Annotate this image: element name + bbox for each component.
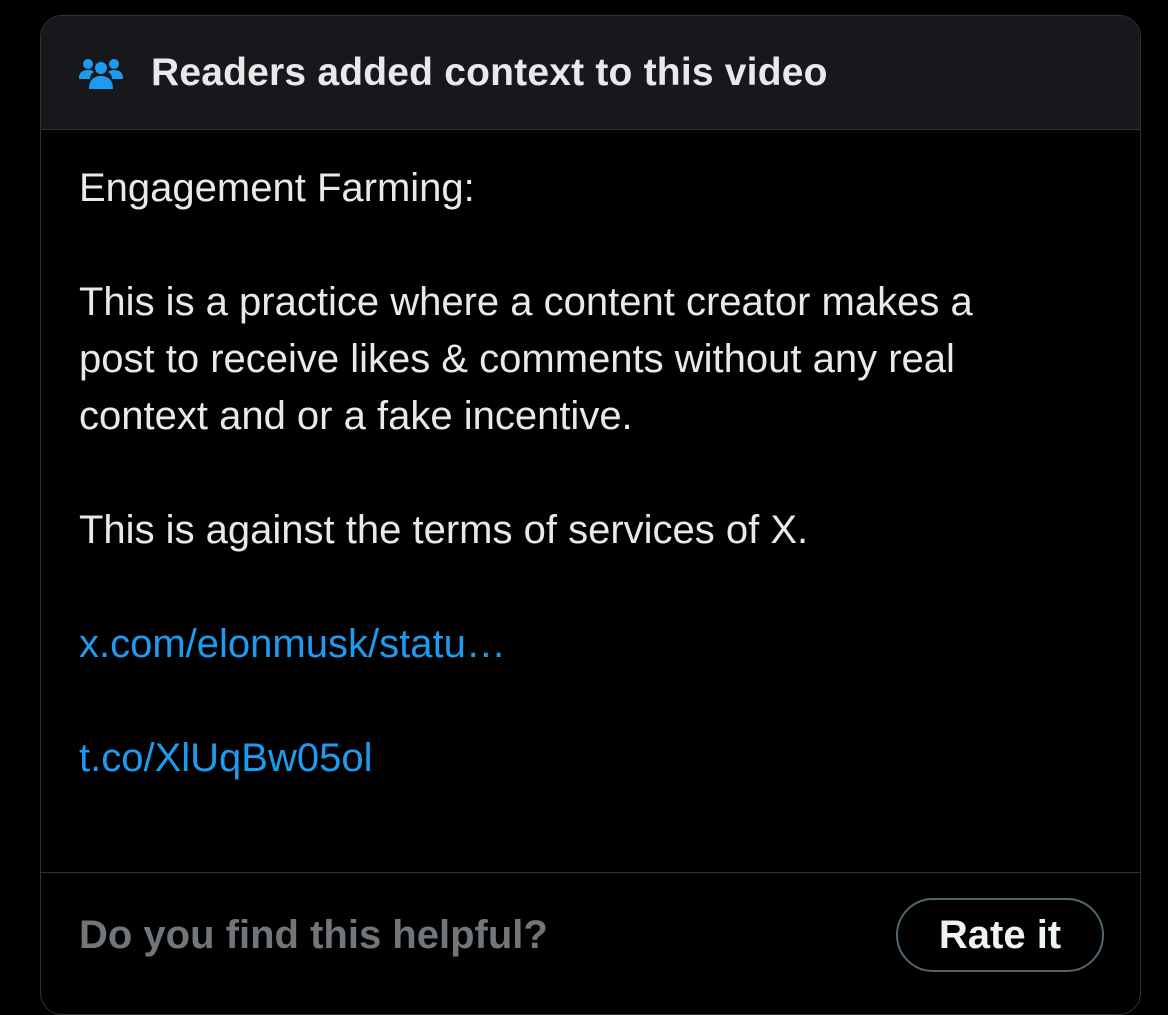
source-link-x[interactable]: x.com/elonmusk/statu… [79,616,1102,673]
note-header: Readers added context to this video [41,16,1140,130]
note-footer: Do you find this helpful? Rate it [41,872,1140,1014]
community-note-card: Readers added context to this video Enga… [40,15,1141,1015]
note-terms: This is against the terms of services of… [79,508,809,552]
note-heading: Engagement Farming: [79,166,475,210]
note-header-title: Readers added context to this video [151,50,828,94]
source-link-tco[interactable]: t.co/XlUqBw05ol [79,730,1102,787]
note-description: This is a practice where a content creat… [79,280,973,438]
people-group-icon [77,53,125,93]
helpful-question: Do you find this helpful? [79,913,548,957]
rate-it-button[interactable]: Rate it [896,898,1104,972]
note-body: Engagement Farming: This is a practice w… [41,130,1140,872]
